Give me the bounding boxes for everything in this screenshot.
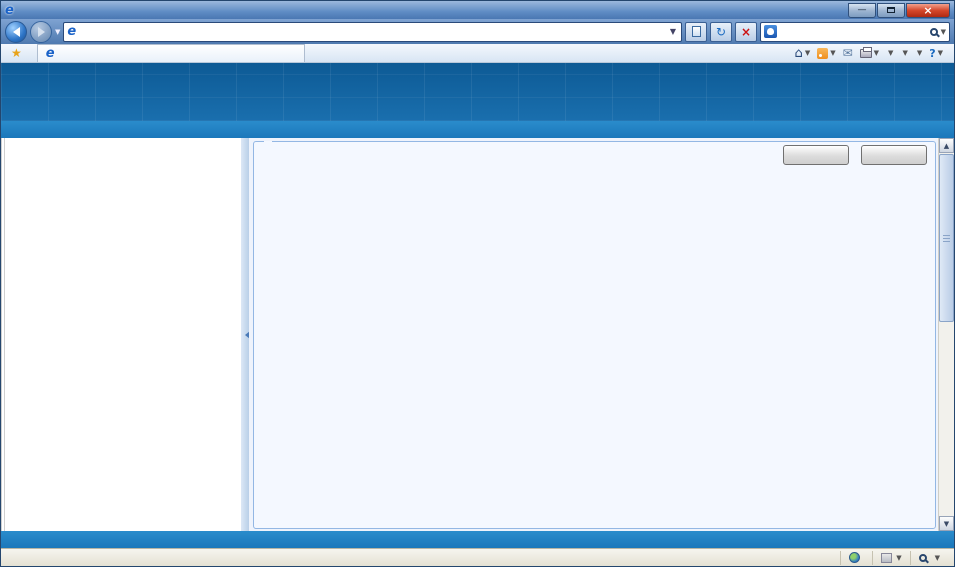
back-icon (8, 27, 20, 37)
panel-splitter[interactable] (241, 138, 249, 531)
address-dropdown-icon[interactable]: ▼ (668, 27, 678, 36)
modify-button[interactable] (783, 145, 849, 165)
tools-menu[interactable]: ▼ (915, 49, 922, 57)
favorites-star-icon: ★ (11, 46, 22, 60)
forward-button[interactable] (30, 21, 52, 43)
favorites-bar: ★ e ⌂▼ ▼ ✉ ▼ ▼ ▼ ▼ ?▼ (1, 44, 954, 63)
navigation-tree (1, 138, 241, 531)
safety-menu[interactable]: ▼ (900, 49, 907, 57)
feeds-icon (817, 48, 828, 59)
unit-info-fieldset (253, 141, 936, 529)
command-bar: ⌂▼ ▼ ✉ ▼ ▼ ▼ ▼ ?▼ (795, 47, 950, 60)
compatibility-view-button[interactable] (685, 22, 707, 42)
page-menu[interactable]: ▼ (886, 49, 893, 57)
export-button[interactable] (861, 145, 927, 165)
print-icon (860, 49, 872, 58)
search-provider-icon (764, 25, 777, 38)
forward-icon (38, 27, 50, 37)
scroll-down-icon[interactable]: ▼ (939, 516, 954, 531)
page-footer (1, 531, 954, 548)
protected-mode-segment[interactable]: ▼ (872, 551, 909, 565)
feeds-button[interactable]: ▼ (817, 48, 835, 59)
compatibility-icon (692, 26, 701, 37)
help-icon: ? (929, 47, 935, 60)
maximize-button[interactable] (877, 3, 905, 18)
status-bar: ▼ ▼ (1, 548, 954, 566)
tab-favicon: e (46, 46, 55, 61)
main-menu-bar (1, 121, 954, 138)
page-body: ▲ ▼ (1, 138, 954, 531)
content-scrollbar[interactable]: ▲ ▼ (938, 138, 954, 531)
zone-segment (840, 551, 872, 565)
ie-logo-icon: e (5, 3, 14, 18)
zoom-icon (919, 554, 927, 562)
main-content (249, 138, 938, 531)
maximize-icon (887, 7, 895, 13)
scrollbar-thumb[interactable] (939, 154, 954, 322)
zoom-segment[interactable]: ▼ (910, 551, 948, 565)
favorites-button[interactable]: ★ (5, 45, 31, 62)
browser-window: e — × ▼ e ▼ ↻ × ▼ ★ (0, 0, 955, 567)
home-icon: ⌂ (795, 47, 803, 60)
back-button[interactable] (5, 21, 27, 43)
mail-icon: ✉ (843, 47, 853, 59)
browser-tab[interactable]: e (37, 44, 305, 62)
navigation-bar: ▼ e ▼ ↻ × ▼ (1, 19, 954, 44)
stop-button[interactable]: × (735, 22, 757, 42)
recent-pages-dropdown[interactable]: ▼ (55, 28, 60, 36)
page-icon: e (67, 24, 76, 39)
scroll-up-icon[interactable]: ▲ (939, 138, 954, 153)
refresh-button[interactable]: ↻ (710, 22, 732, 42)
title-bar: e — × (1, 1, 954, 19)
print-button[interactable]: ▼ (860, 49, 879, 58)
internet-globe-icon (849, 552, 860, 563)
read-mail-button[interactable]: ✉ (843, 47, 853, 59)
page-header (1, 63, 954, 121)
home-button[interactable]: ⌂▼ (795, 47, 811, 60)
search-icon[interactable] (930, 28, 938, 36)
address-bar[interactable]: e ▼ (63, 22, 682, 42)
search-box[interactable]: ▼ (760, 22, 950, 42)
minimize-button[interactable]: — (848, 3, 876, 18)
close-button[interactable]: × (906, 3, 950, 18)
search-dropdown-icon[interactable]: ▼ (941, 28, 946, 36)
help-button[interactable]: ?▼ (929, 47, 943, 60)
security-report-icon (881, 553, 892, 563)
